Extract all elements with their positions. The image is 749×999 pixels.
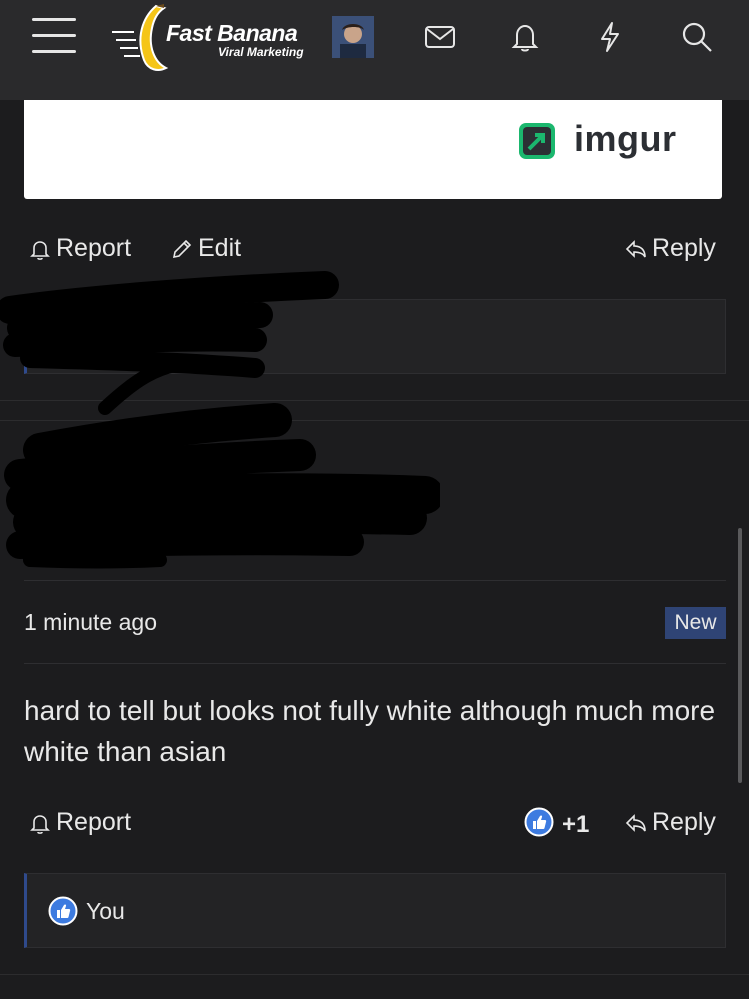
edit-label: Edit <box>198 234 242 262</box>
redaction-scribble <box>0 271 440 569</box>
brand-tagline: Viral Marketing <box>218 45 304 59</box>
menu-icon[interactable] <box>32 18 76 54</box>
pencil-icon <box>172 239 192 258</box>
reply-button[interactable]: Reply <box>624 234 716 263</box>
scrollbar[interactable] <box>738 528 742 783</box>
report-button[interactable]: Report <box>28 808 131 837</box>
reply-button[interactable]: Reply <box>624 808 716 837</box>
like-reaction-icon[interactable] <box>524 807 554 842</box>
reply-icon <box>625 239 646 258</box>
imgur-embed[interactable]: imgur <box>24 100 722 199</box>
like-reaction-icon <box>48 896 78 931</box>
bell-icon[interactable] <box>508 20 542 54</box>
brand-name: Fast Banana <box>166 20 298 46</box>
site-logo[interactable]: Fast Banana Viral Marketing <box>112 2 322 74</box>
bell-icon <box>30 240 50 260</box>
report-button[interactable]: Report <box>28 234 131 263</box>
bolt-icon[interactable] <box>593 20 627 54</box>
imgur-icon <box>519 123 555 159</box>
report-label: Report <box>56 808 132 836</box>
reactions-by[interactable]: You <box>86 898 125 925</box>
reply-icon <box>625 813 646 832</box>
report-label: Report <box>56 234 132 262</box>
top-navigation-bar: Fast Banana Viral Marketing <box>0 0 749 100</box>
search-icon[interactable] <box>680 20 714 54</box>
user-avatar[interactable] <box>332 16 374 58</box>
post-message: hard to tell but looks not fully white a… <box>24 695 716 767</box>
reaction-count[interactable]: +1 <box>562 811 589 839</box>
post-divider <box>0 974 749 975</box>
bell-icon <box>30 814 50 834</box>
message-divider <box>24 663 726 664</box>
imgur-wordmark: imgur <box>574 118 677 159</box>
edit-button[interactable]: Edit <box>170 234 241 263</box>
reactions-box[interactable] <box>24 873 726 948</box>
post-timestamp[interactable]: 1 minute ago <box>24 609 157 636</box>
envelope-icon[interactable] <box>423 20 457 54</box>
imgur-logo: imgur <box>518 118 688 160</box>
reply-label: Reply <box>652 234 716 262</box>
reply-label: Reply <box>652 808 716 836</box>
new-badge: New <box>665 607 726 639</box>
